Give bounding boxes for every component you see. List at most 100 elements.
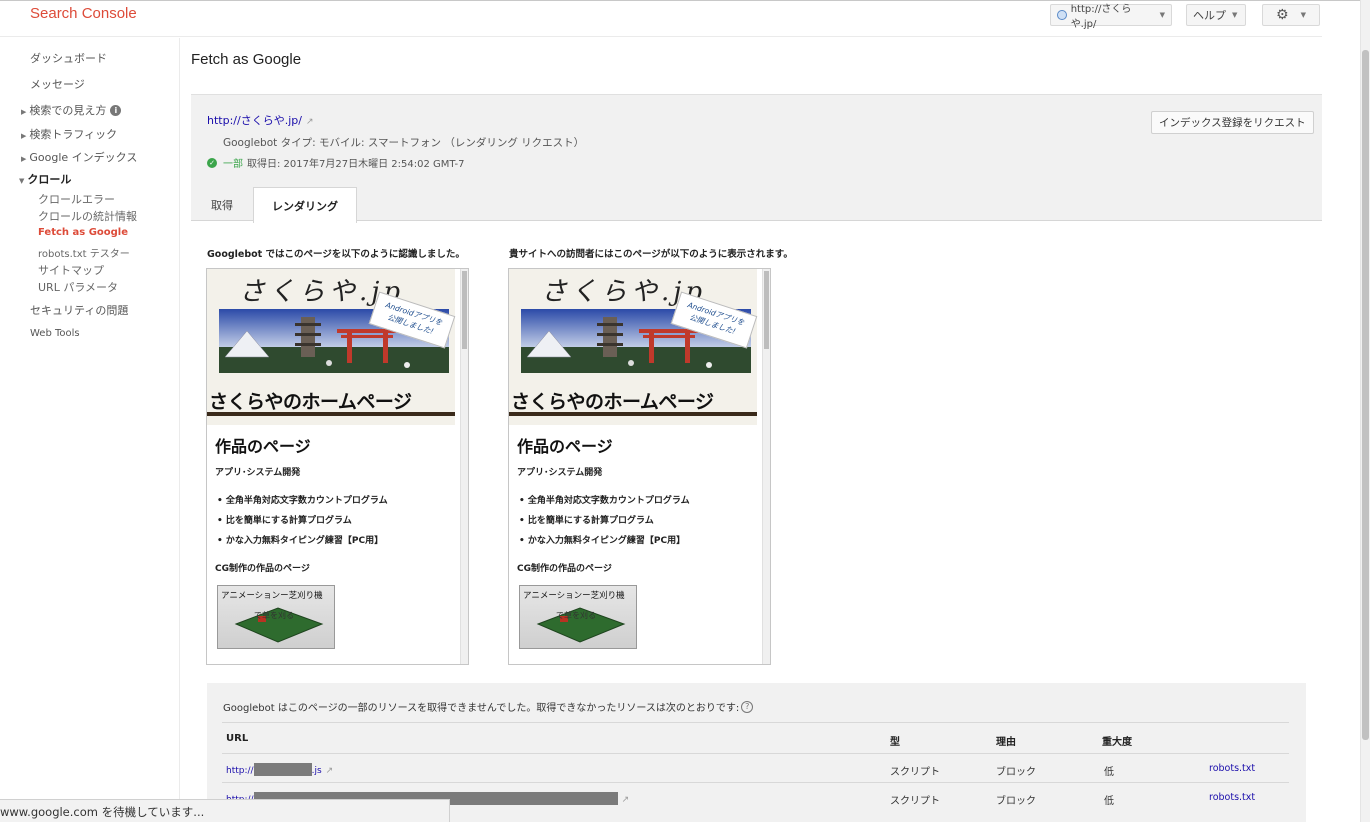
column-header-url[interactable]: URL (226, 733, 248, 744)
home-title-underline (207, 412, 455, 416)
list-item-text: かな入力無料タイピング練習【PC用】 (225, 536, 384, 546)
sidebar-item-messages[interactable]: メッセージ (30, 76, 85, 92)
thumbnail-sublabel: で草を刈る (254, 611, 294, 620)
preview-scrollbar-thumb[interactable] (462, 271, 467, 349)
sidebar-item-crawl-errors[interactable]: クロールエラー (38, 191, 115, 207)
column-header-type[interactable]: 型 (890, 733, 900, 748)
list-item-text: 全角半角対応文字数カウントプログラム (225, 496, 388, 506)
list-item-text: 比を簡単にする計算プログラム (527, 516, 654, 526)
external-link-icon: ↗ (325, 766, 334, 776)
sidebar-item-label: サイトマップ (38, 264, 104, 277)
globe-icon (1057, 10, 1067, 20)
sidebar-item-security-issues[interactable]: セキュリティの問題 (30, 302, 128, 318)
home-title: さくらやのホームページ (511, 391, 714, 413)
site-banner: さくらや.jp Androidアプリを 公開しました! さくらやのホームページ (509, 269, 758, 425)
resource-reason: ブロック (996, 796, 1036, 807)
sidebar-item-crawl[interactable]: ▼ クロール (19, 171, 71, 187)
sidebar-item-label: クロール (27, 173, 72, 186)
sidebar-item-label: メッセージ (30, 78, 85, 91)
status-partial: 一部 (223, 159, 243, 170)
property-url: http://さくらや.jp/ (1070, 4, 1132, 30)
list-item[interactable]: • 全角半角対応文字数カウントプログラム (217, 493, 388, 506)
cg-heading: CG制作の作品のページ (517, 564, 612, 574)
tab-fetch[interactable]: 取得 (191, 187, 253, 222)
cg-thumbnail[interactable]: アニメーションー芝刈り機 で草を刈る (519, 585, 637, 649)
list-item[interactable]: • 比を簡単にする計算プログラム (217, 513, 352, 526)
googlebot-render-preview[interactable]: さくらや.jp Androidアプリを 公開しました! さくらやのホームページ 作… (206, 268, 469, 665)
sidebar-item-label: ダッシュボード (30, 52, 107, 65)
help-button[interactable]: ヘルプ ▼ (1186, 4, 1246, 26)
works-heading: 作品のページ (215, 437, 311, 456)
sidebar-item-web-tools[interactable]: Web Tools (30, 328, 80, 339)
cg-thumbnail[interactable]: アニメーションー芝刈り機 で草を刈る (217, 585, 335, 649)
sidebar-item-label: クロールエラー (38, 193, 115, 206)
googlebot-type: Googlebot タイプ: モバイル: スマートフォン （レンダリング リクエ… (223, 137, 585, 149)
sidebar-item-label: セキュリティの問題 (30, 304, 129, 317)
apps-heading: アプリ･システム開発 (517, 468, 603, 478)
sidebar-item-url-parameters[interactable]: URL パラメータ (38, 279, 118, 295)
column-header-severity[interactable]: 重大度 (1102, 733, 1132, 748)
sidebar-item-search-appearance[interactable]: ▶ 検索での見え方 i (21, 102, 122, 118)
url-prefix: http:// (226, 766, 254, 776)
list-item[interactable]: • 比を簡単にする計算プログラム (519, 513, 654, 526)
tab-rendering[interactable]: レンダリング (253, 187, 357, 223)
sidebar-item-dashboard[interactable]: ダッシュボード (30, 50, 107, 66)
sidebar-item-label: Web Tools (30, 328, 80, 339)
sidebar-item-label: Fetch as Google (38, 227, 129, 238)
sidebar-item-label: URL パラメータ (38, 281, 118, 294)
column-header-reason[interactable]: 理由 (996, 733, 1016, 748)
sidebar-item-search-traffic[interactable]: ▶ 検索トラフィック (21, 126, 117, 142)
sidebar-item-google-index[interactable]: ▶ Google インデックス (21, 149, 137, 165)
robots-txt-link[interactable]: robots.txt (1209, 792, 1255, 803)
chevron-down-icon: ▼ (1232, 11, 1238, 19)
cg-heading: CG制作の作品のページ (215, 564, 310, 574)
settings-button[interactable]: ⚙ ▼ (1262, 4, 1320, 26)
robots-txt-link[interactable]: robots.txt (1209, 763, 1255, 774)
property-selector[interactable]: http://さくらや.jp/ ▼ (1050, 4, 1172, 30)
sidebar-item-crawl-stats[interactable]: クロールの統計情報 (38, 208, 137, 224)
list-item-text: 全角半角対応文字数カウントプログラム (527, 496, 690, 506)
page-title: Fetch as Google (191, 51, 302, 68)
table-row: http:// .js ↗ スクリプト ブロック 低 robots.txt (222, 753, 1289, 782)
page-scrollbar-thumb[interactable] (1362, 50, 1369, 740)
thumbnail-sublabel: で草を刈る (556, 611, 596, 620)
fetch-date: 取得日: 2017年7月27日木曜日 2:54:02 GMT-7 (247, 159, 465, 170)
help-circle-icon[interactable]: ? (741, 700, 754, 713)
sidebar-item-robots-tester[interactable]: robots.txt テスター (38, 245, 130, 260)
url-suffix: .js (311, 766, 322, 776)
rendered-page: さくらや.jp Androidアプリを 公開しました! さくらやのホームページ 作… (207, 269, 457, 664)
list-item[interactable]: • かな入力無料タイピング練習【PC用】 (519, 533, 685, 546)
list-item[interactable]: • 全角半角対応文字数カウントプログラム (519, 493, 690, 506)
sidebar-item-label: Google インデックス (29, 151, 138, 164)
blocked-resources-table: URL 型 理由 重大度 http://.js ↗ スクリプト ブロック 低 ro… (222, 722, 1289, 811)
browser-status-bar: www.google.com を待機しています... (0, 799, 450, 822)
resource-type: スクリプト (890, 796, 940, 807)
resource-severity: 低 (1104, 796, 1114, 807)
sidebar-item-fetch-as-google[interactable]: Fetch as Google (38, 227, 128, 238)
gear-icon: ⚙ (1276, 7, 1289, 23)
check-circle-icon: ✓ (207, 157, 217, 168)
visitor-render-preview[interactable]: さくらや.jp Androidアプリを 公開しました! さくらやのホームページ 作… (508, 268, 771, 665)
request-indexing-button[interactable]: インデックス登録をリクエスト (1151, 111, 1314, 134)
googlebot-caption: Googlebot ではこのページを以下のように認識しました。 (207, 249, 465, 260)
app-logo[interactable]: Search Console (30, 5, 137, 22)
list-item-text: 比を簡単にする計算プログラム (225, 516, 352, 526)
external-link-icon: ↗ (621, 795, 630, 805)
list-item[interactable]: • かな入力無料タイピング練習【PC用】 (217, 533, 383, 546)
resource-reason: ブロック (996, 767, 1036, 778)
resource-severity: 低 (1104, 767, 1114, 778)
info-icon[interactable]: i (110, 105, 122, 116)
resource-url-link[interactable]: http:// .js ↗ (226, 763, 333, 776)
external-link-icon: ↗ (305, 117, 314, 127)
sidebar-item-sitemaps[interactable]: サイトマップ (38, 262, 104, 278)
visitor-caption: 貴サイトへの訪問者にはこのページが以下のように表示されます。 (509, 249, 793, 260)
table-header-row: URL 型 理由 重大度 (222, 722, 1289, 753)
app-header: Search Console http://さくらや.jp/ ▼ ヘルプ ▼ ⚙… (0, 1, 1322, 37)
message-text: Googlebot はこのページの一部のリソースを取得できませんでした。取得でき… (223, 703, 740, 714)
sidebar-item-label: クロールの統計情報 (38, 210, 137, 223)
sidebar-item-label: 検索での見え方 (29, 104, 107, 117)
works-heading: 作品のページ (517, 437, 613, 456)
help-label: ヘルプ (1193, 9, 1226, 22)
preview-scrollbar-thumb[interactable] (764, 271, 769, 349)
fetched-url-link[interactable]: http://さくらや.jp/↗ (207, 112, 314, 128)
